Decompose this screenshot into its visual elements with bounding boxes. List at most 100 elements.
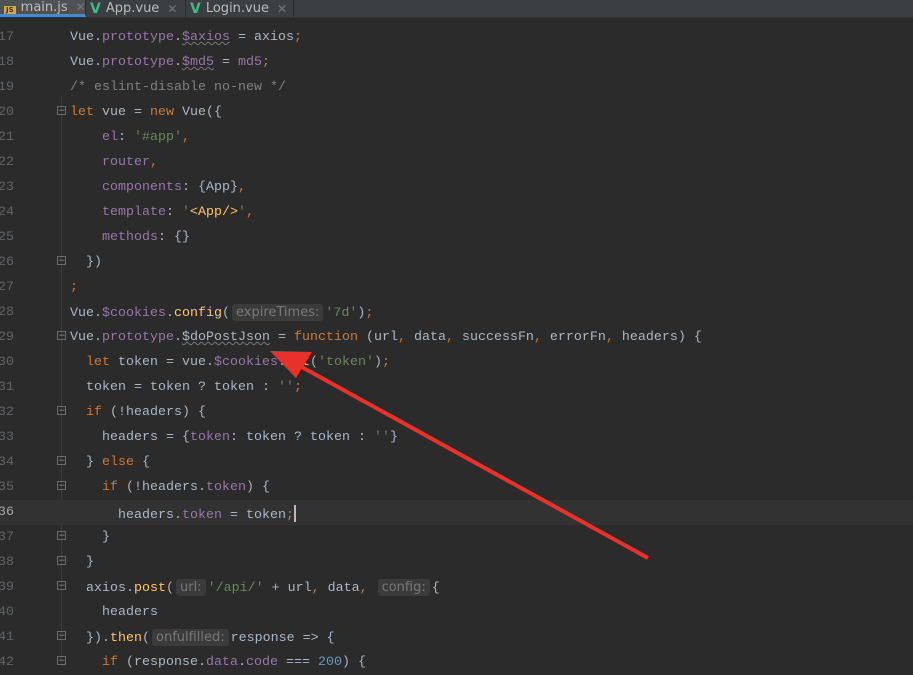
code-token: , [359,581,368,596]
tab-app-vue[interactable]: V App.vue ✕ [86,0,186,17]
parameter-hint: config: [377,579,430,596]
code-token: template [102,205,166,220]
code-token: ( [142,631,150,646]
code-line[interactable]: 35 − if (!headers.token) { [0,475,913,500]
code-token: ; [70,280,78,295]
code-text: Vue.$cookies.config(expireTimes: '7d'); [70,304,373,321]
fold-toggle-icon[interactable]: − [57,456,66,466]
fold-toggle-icon[interactable]: − [57,556,66,566]
code-token: '7d' [325,306,358,321]
code-token: : [166,205,182,220]
code-text: router, [70,155,158,170]
code-line[interactable]: 38 − } [0,550,913,575]
code-token: , [237,180,246,195]
code-line[interactable]: 20 − let vue = new Vue({ [0,100,913,125]
code-line[interactable]: 26 − }) [0,250,913,275]
code-line[interactable]: 30 let token = vue.$cookies.get('token')… [0,350,913,375]
code-token: post [134,581,166,596]
code-line[interactable]: 32 − if (!headers) { [0,400,913,425]
fold-toggle-icon[interactable]: − [57,256,66,266]
code-editor[interactable]: 17 Vue.prototype.$axios = axios; 18 Vue.pro… [0,18,913,670]
close-icon[interactable]: ✕ [76,0,86,14]
code-line[interactable]: 18 Vue.prototype.$md5 = md5; [0,50,913,75]
fold-toggle-icon[interactable]: − [57,631,66,641]
line-number: 27 [0,280,14,295]
tab-login-vue[interactable]: V Login.vue ✕ [186,0,294,17]
code-token: Vue. [70,55,102,70]
code-token: '' [373,430,390,445]
code-token: ( [166,581,174,596]
fold-toggle-icon[interactable]: − [57,331,66,341]
vue-file-icon: V [90,0,101,17]
code-text: if (!headers) { [70,405,206,420]
code-token: ; [381,355,390,370]
code-text: if (!headers.token) { [70,480,270,495]
code-token: . [173,330,182,345]
code-line[interactable]: 29 − Vue.prototype.$doPostJson = function … [0,325,913,350]
code-line[interactable]: 40 headers [0,600,913,625]
tab-main-js[interactable]: JS main.js ✕ [0,0,86,17]
code-token: axios. [70,581,134,596]
code-line[interactable]: 31 token = token ? token : ''; [0,375,913,400]
code-token: Vue. [70,306,102,321]
fold-toggle-icon[interactable]: − [57,656,66,666]
code-token: , [182,130,190,145]
code-line[interactable]: 42 − if (response.data.code === 200) { [0,650,913,675]
line-number: 17 [0,30,14,45]
code-token: data [319,581,360,596]
code-token: Vue. [70,30,102,45]
code-line[interactable]: 25 methods: {} [0,225,913,250]
fold-toggle-icon[interactable]: − [57,406,66,416]
fold-toggle-icon[interactable]: − [57,106,66,116]
line-number: 41 [0,630,14,645]
code-line[interactable]: 22 router, [0,150,913,175]
line-number: 35 [0,480,14,495]
code-line[interactable]: 27; [0,275,913,300]
fold-toggle-icon[interactable]: − [57,581,66,591]
code-line[interactable]: 33 headers = {token: token ? token : ''} [0,425,913,450]
code-token: : {App} [181,180,238,195]
close-icon[interactable]: ✕ [277,2,287,16]
code-token: = [213,55,238,70]
code-token: + url [263,581,312,596]
code-line[interactable]: 23 components: {App}, [0,175,913,200]
code-token: } [70,455,102,470]
code-token: , [311,581,320,596]
code-token: errorFn [541,330,606,345]
code-token: , [150,155,158,170]
code-token: el [102,130,118,145]
code-token: ' [238,205,246,220]
code-line[interactable]: 41 − }).then(onfulfilled: response => { [0,625,913,650]
code-token: } [70,530,110,545]
code-line[interactable]: 28 Vue.$cookies.config(expireTimes: '7d'); [0,300,913,325]
line-number: 19 [0,80,14,95]
code-token: Vue({ [182,105,222,120]
code-line[interactable]: 17 Vue.prototype.$axios = axios; [0,25,913,50]
code-token: headers = { [70,430,190,445]
code-token: $cookies [102,306,166,321]
code-line[interactable]: 21 el: '#app', [0,125,913,150]
code-line[interactable]: 34 − } else { [0,450,913,475]
code-line[interactable]: 19 /* eslint-disable no-new */ [0,75,913,100]
code-line[interactable]: 39 − axios.post(url: '/api/' + url, data, … [0,575,913,600]
code-token: { [142,455,150,470]
code-token: if [102,655,126,670]
code-token: { [431,581,440,596]
fold-toggle-icon[interactable]: − [57,531,66,541]
code-token: ) { [341,655,366,670]
code-line[interactable]: 24 template: '<App/>', [0,200,913,225]
code-token: function [293,330,366,345]
code-line[interactable]: 36 headers.token = token; [0,500,913,525]
code-text: } else { [70,455,150,470]
fold-toggle-icon[interactable]: − [57,481,66,491]
code-token: config [174,306,222,321]
code-token: prototype [102,330,174,345]
line-number: 18 [0,55,14,70]
code-token: = axios [229,30,294,45]
code-line[interactable]: 37 − } [0,525,913,550]
close-icon[interactable]: ✕ [167,2,177,16]
code-text: } [70,530,110,545]
